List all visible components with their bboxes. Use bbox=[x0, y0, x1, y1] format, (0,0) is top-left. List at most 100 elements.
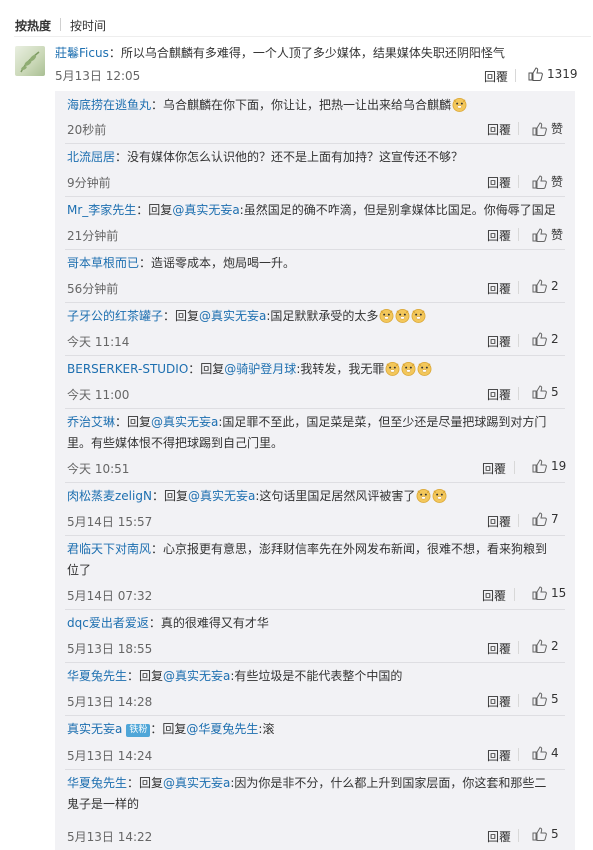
reply-body: ：没有媒体你怎么认识他的？还不是上面有加持？这宣传还不够？ bbox=[115, 150, 464, 164]
tab-divider bbox=[60, 18, 61, 31]
action-divider bbox=[518, 641, 519, 654]
reply-body: ：乌合麒麟在你下面，你让让，把热一让出来给乌合麒麟 bbox=[151, 98, 452, 112]
reply-time: 56分钟前 bbox=[67, 282, 119, 296]
reply-user[interactable]: 海底捞在逃鱼丸 bbox=[67, 98, 151, 112]
action-divider bbox=[518, 228, 519, 241]
thumbs-up-icon bbox=[532, 227, 547, 242]
reply-button[interactable]: 回覆 bbox=[487, 121, 511, 138]
like-button[interactable]: 19 bbox=[532, 459, 566, 473]
reply-user[interactable]: 华夏兔先生 bbox=[67, 776, 127, 790]
reply-button[interactable]: 回覆 bbox=[487, 333, 511, 350]
reply-user[interactable]: 华夏兔先生 bbox=[67, 669, 127, 683]
like-button[interactable]: 赞 bbox=[532, 226, 563, 243]
reply-user[interactable]: Mr_李家先生 bbox=[67, 203, 136, 217]
reply-mention[interactable]: @华夏兔先生 bbox=[186, 722, 258, 736]
reply-user[interactable]: 子牙公的红茶罐子 bbox=[67, 309, 163, 323]
reply-time: 5月13日 14:28 bbox=[67, 695, 153, 709]
reply-text: 真实无妄a 铁粉 ：回复@华夏兔先生:滚 bbox=[67, 719, 557, 740]
reply-text: 子牙公的红茶罐子：回复@真实无妄a:国足默默承受的太多 bbox=[67, 306, 557, 327]
reply-body: ：真的很难得又有才华 bbox=[148, 616, 269, 630]
reply-divider bbox=[65, 355, 565, 356]
doge-emoji-icon bbox=[380, 309, 394, 323]
action-divider bbox=[518, 175, 519, 188]
like-button[interactable]: 7 bbox=[532, 512, 559, 526]
thumbs-up-icon bbox=[532, 121, 547, 136]
reply-user[interactable]: BERSERKER-STUDIO bbox=[67, 362, 188, 376]
thumbs-up-icon bbox=[532, 586, 547, 600]
reply-time: 今天 10:51 bbox=[67, 462, 130, 476]
reply-mention[interactable]: @真实无妄a bbox=[188, 489, 255, 503]
reply-divider bbox=[65, 662, 565, 663]
reply-mention[interactable]: @真实无妄a bbox=[199, 309, 266, 323]
reply-text: dqc爱出者爱返：真的很难得又有才华 bbox=[67, 613, 557, 634]
reply-item: 君临天下对南风：心京报更有意思，澎拜财信率先在外网发布新闻，很难不想，看来狗粮到… bbox=[55, 535, 575, 609]
root-comment-user[interactable]: 莊鬈Ficus bbox=[55, 46, 109, 60]
reply-divider bbox=[65, 143, 565, 144]
reply-button[interactable]: 回覆 bbox=[487, 828, 511, 845]
reply-text: 北流屈居：没有媒体你怎么认识他的？还不是上面有加持？这宣传还不够？ bbox=[67, 147, 557, 168]
reply-item: 华夏兔先生：回复@真实无妄a:因为你是非不分，什么都上升到国家层面，你这套和那些… bbox=[55, 769, 575, 850]
like-count: 7 bbox=[551, 512, 559, 526]
doge-emoji-icon bbox=[432, 489, 447, 503]
reply-mention[interactable]: @真实无妄a bbox=[151, 415, 218, 429]
reply-time: 今天 11:14 bbox=[67, 335, 130, 349]
like-button[interactable]: 5 bbox=[532, 385, 559, 399]
thumbs-up-icon bbox=[532, 385, 547, 399]
reply-button[interactable]: 回覆 bbox=[482, 587, 506, 604]
reply-button[interactable]: 回覆 bbox=[487, 693, 511, 710]
tab-time[interactable]: 按时间 bbox=[70, 17, 106, 34]
like-button[interactable]: 15 bbox=[532, 586, 566, 600]
reply-divider bbox=[65, 408, 565, 409]
like-button[interactable]: 2 bbox=[532, 332, 559, 346]
reply-divider bbox=[65, 609, 565, 610]
reply-list: 海底捞在逃鱼丸：乌合麒麟在你下面，你让让，把热一让出来给乌合麒麟 20秒前 回覆赞北… bbox=[55, 91, 575, 850]
tab-hot[interactable]: 按热度 bbox=[15, 17, 51, 34]
doge-emoji-icon bbox=[401, 362, 416, 376]
reply-prefix: ：回复 bbox=[136, 203, 173, 217]
reply-user[interactable]: 乔治艾琳 bbox=[67, 415, 115, 429]
like-button[interactable]: 4 bbox=[532, 746, 559, 760]
reply-mention[interactable]: @真实无妄a bbox=[163, 776, 230, 790]
reply-body: :虽然国足的确不咋滴，但是别拿媒体比国足。你侮辱了国足 bbox=[239, 203, 556, 217]
doge-emoji-icon bbox=[452, 98, 467, 112]
reply-button[interactable]: 回覆 bbox=[487, 280, 511, 297]
like-button[interactable]: 赞 bbox=[532, 120, 563, 137]
reply-mention[interactable]: @真实无妄a bbox=[163, 669, 230, 683]
reply-user[interactable]: 北流屈居 bbox=[67, 150, 115, 164]
like-count: 2 bbox=[551, 639, 559, 653]
root-like-button[interactable]: 1319 bbox=[528, 67, 578, 81]
reply-button[interactable]: 回覆 bbox=[487, 227, 511, 244]
reply-user[interactable]: 真实无妄a bbox=[67, 722, 122, 736]
reply-user[interactable]: 君临天下对南风 bbox=[67, 542, 151, 556]
like-button[interactable]: 5 bbox=[532, 827, 559, 841]
reply-time: 5月13日 14:24 bbox=[67, 749, 153, 763]
reply-mention[interactable]: @骑驴登月球 bbox=[224, 362, 296, 376]
like-button[interactable]: 2 bbox=[532, 639, 559, 653]
reply-button[interactable]: 回覆 bbox=[487, 174, 511, 191]
like-button[interactable]: 2 bbox=[532, 279, 559, 293]
like-button[interactable]: 赞 bbox=[532, 173, 563, 190]
reply-button[interactable]: 回覆 bbox=[482, 460, 506, 477]
reply-item: 海底捞在逃鱼丸：乌合麒麟在你下面，你让让，把热一让出来给乌合麒麟 20秒前 回覆 赞 bbox=[55, 91, 575, 143]
avatar[interactable] bbox=[15, 46, 45, 76]
reply-divider bbox=[65, 249, 565, 250]
like-button[interactable]: 5 bbox=[532, 692, 559, 706]
reply-button[interactable]: 回覆 bbox=[487, 747, 511, 764]
reply-time: 今天 11:00 bbox=[67, 388, 130, 402]
reply-text: 海底捞在逃鱼丸：乌合麒麟在你下面，你让让，把热一让出来给乌合麒麟 bbox=[67, 95, 557, 116]
action-divider bbox=[518, 122, 519, 135]
thumbs-up-icon bbox=[532, 692, 547, 706]
reply-item: BERSERKER-STUDIO：回复@骑驴登月球:我转发，我无罪 今天 11:0… bbox=[55, 355, 575, 408]
reply-user[interactable]: 哥本草根而已 bbox=[67, 256, 139, 270]
reply-button[interactable]: 回覆 bbox=[487, 386, 511, 403]
reply-item: 子牙公的红茶罐子：回复@真实无妄a:国足默默承受的太多今天 11:14 回覆 2 bbox=[55, 302, 575, 355]
reply-item: 乔治艾琳：回复@真实无妄a:国足罪不至此，国足菜是菜，但至少还是尽量把球踢到对方… bbox=[55, 408, 575, 482]
reply-divider bbox=[65, 302, 565, 303]
reply-user[interactable]: 肉松蒸麦zeligN bbox=[67, 489, 152, 503]
action-divider bbox=[514, 588, 515, 601]
reply-mention[interactable]: @真实无妄a bbox=[172, 203, 239, 217]
reply-button[interactable]: 回覆 bbox=[487, 640, 511, 657]
root-reply-button[interactable]: 回覆 bbox=[484, 68, 508, 85]
reply-user[interactable]: dqc爱出者爱返 bbox=[67, 616, 149, 630]
reply-button[interactable]: 回覆 bbox=[487, 513, 511, 530]
